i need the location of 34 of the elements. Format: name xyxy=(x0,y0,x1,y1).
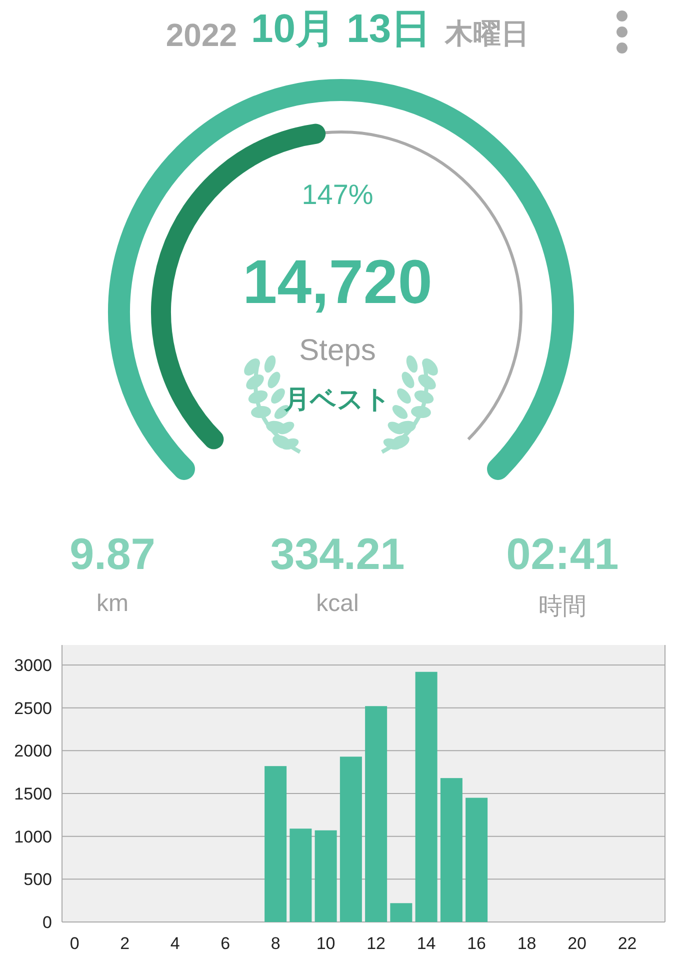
bar xyxy=(390,903,412,922)
stat-unit: km xyxy=(96,590,128,618)
x-axis-label: 18 xyxy=(517,934,536,953)
award-label: 月ベスト xyxy=(284,383,391,416)
y-axis-label: 0 xyxy=(42,913,52,932)
more-menu-icon[interactable] xyxy=(615,10,629,54)
year-label: 2022 xyxy=(166,17,238,54)
x-axis-label: 0 xyxy=(70,934,80,953)
y-axis-label: 2500 xyxy=(14,698,52,718)
x-axis-label: 14 xyxy=(416,934,436,953)
y-axis-label: 1500 xyxy=(14,784,52,804)
stat-unit: kcal xyxy=(316,590,359,618)
y-axis-label: 3000 xyxy=(14,656,52,675)
weekday-label: 木曜日 xyxy=(445,17,530,51)
y-axis-label: 2000 xyxy=(14,742,52,761)
y-axis-label: 500 xyxy=(24,870,52,890)
stat-value: 02:41 xyxy=(506,530,619,580)
x-axis-label: 12 xyxy=(366,934,386,953)
x-axis-label: 8 xyxy=(270,934,280,953)
steps-unit: Steps xyxy=(299,334,376,368)
x-axis-label: 20 xyxy=(568,934,587,953)
x-axis-label: 22 xyxy=(618,934,637,953)
x-axis-label: 2 xyxy=(120,934,130,953)
date-label: 10月 13日 xyxy=(251,6,432,53)
goal-percent: 147% xyxy=(302,179,374,211)
stat-unit: 時間 xyxy=(538,592,586,622)
x-axis-label: 16 xyxy=(467,934,486,953)
y-axis-label: 1000 xyxy=(14,827,52,846)
step-count: 14,720 xyxy=(242,247,432,318)
stat-value: 334.21 xyxy=(270,530,405,580)
stat-value: 9.87 xyxy=(70,530,156,580)
x-axis-label: 4 xyxy=(170,934,180,953)
x-axis-label: 10 xyxy=(316,934,336,953)
x-axis-label: 6 xyxy=(220,934,230,953)
